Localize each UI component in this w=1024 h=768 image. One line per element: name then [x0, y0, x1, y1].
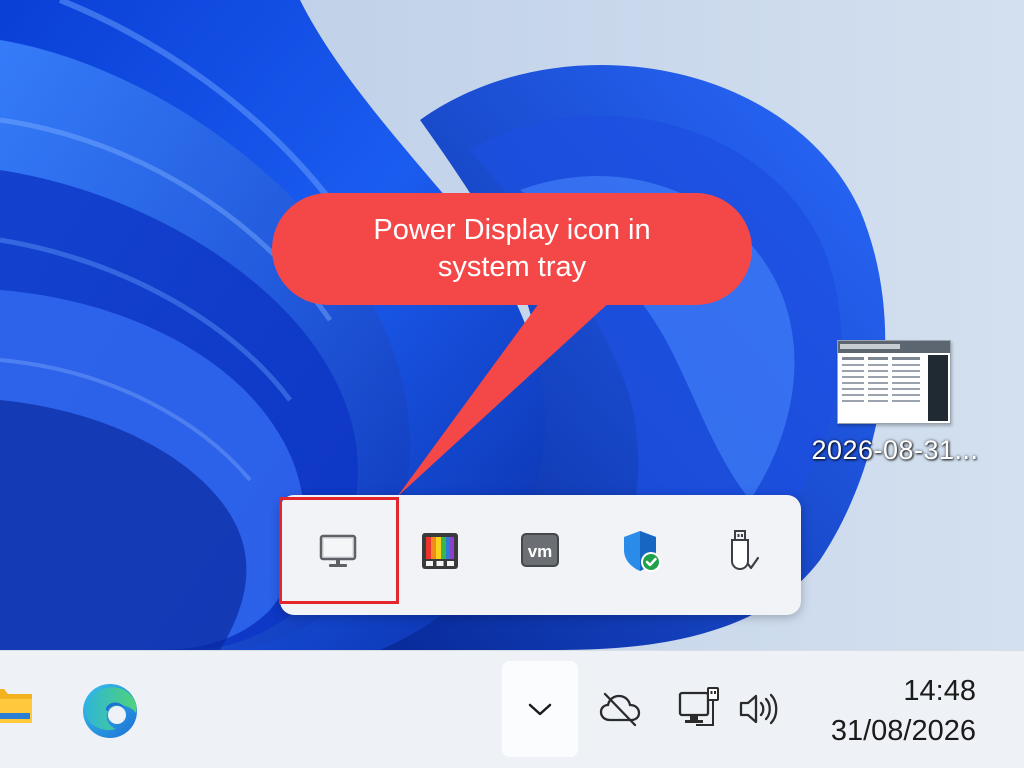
desktop-file-label: 2026-08-31...: [811, 435, 979, 465]
taskbar-clock[interactable]: 14:48 31/08/2026: [831, 671, 976, 751]
highlight-box: [279, 497, 399, 604]
clock-date: 31/08/2026: [830, 715, 976, 747]
desktop-file-icon[interactable]: 2026-08-31...: [805, 335, 985, 480]
show-hidden-icons-chevron[interactable]: [502, 661, 578, 757]
usb-safely-remove-icon[interactable]: [716, 525, 768, 577]
edge-browser-icon[interactable]: [80, 681, 142, 741]
svg-text:vm: vm: [528, 542, 553, 561]
taskbar: 14:48 31/08/2026: [0, 650, 1024, 768]
color-palette-icon[interactable]: [414, 525, 466, 577]
onedrive-offline-icon[interactable]: [598, 689, 644, 729]
callout-text: Power Display icon in system tray: [373, 214, 651, 283]
clock-time: 14:48: [903, 675, 976, 707]
file-explorer-icon[interactable]: [0, 683, 34, 729]
chevron-down-icon: [528, 703, 552, 716]
desktop-screen: Power Display icon in system tray 2026-0…: [0, 0, 1024, 768]
windows-security-icon[interactable]: [616, 525, 668, 577]
annotation-callout: Power Display icon in system tray: [272, 193, 752, 305]
vmware-icon[interactable]: vm: [514, 525, 566, 577]
file-thumbnail: [837, 340, 951, 424]
volume-icon[interactable]: [736, 689, 782, 729]
spreadsheet-thumbnail-icon: [838, 341, 950, 423]
network-icon[interactable]: [676, 685, 724, 733]
